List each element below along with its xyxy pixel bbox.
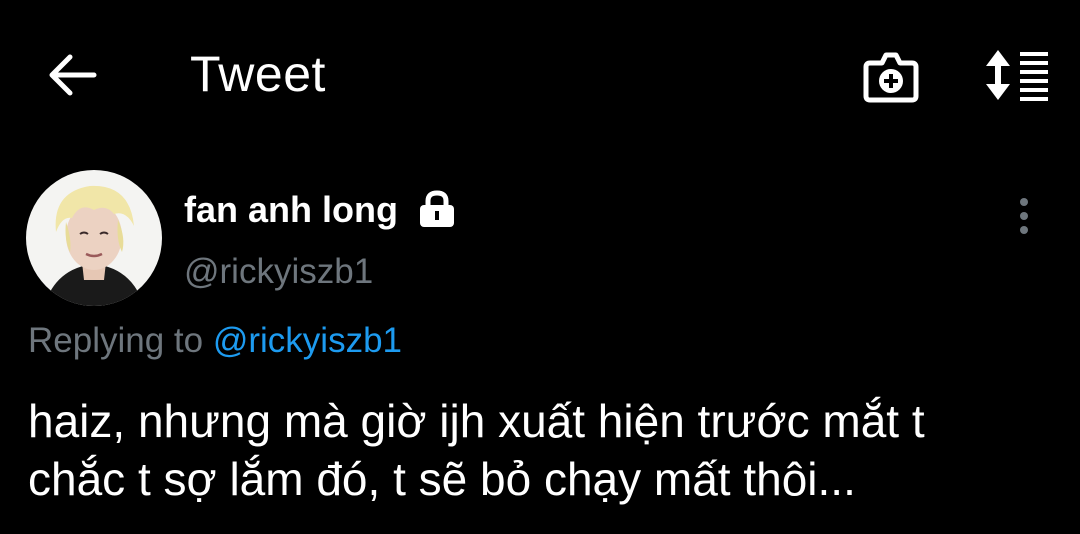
author-display-name[interactable]: fan anh long <box>184 188 398 232</box>
tweet-text-line: chắc t sợ lắm đó, t sẽ bỏ chạy mất thôi.… <box>28 453 856 505</box>
replying-to-label: Replying to <box>28 321 204 360</box>
replying-to-line: Replying to @rickyiszb1 <box>28 318 402 364</box>
lock-icon <box>416 190 458 228</box>
camera-plus-icon <box>863 52 919 103</box>
camera-button[interactable] <box>860 50 922 104</box>
sort-button[interactable] <box>978 46 1052 104</box>
sort-list-icon <box>986 50 1048 101</box>
arrow-left-icon <box>49 54 97 96</box>
avatar-image <box>26 170 162 306</box>
tweet-text: haiz, nhưng mà giờ ijh xuất hiện trước m… <box>28 392 1068 508</box>
replying-to-handle-link[interactable]: @rickyiszb1 <box>213 321 402 360</box>
author-handle[interactable]: @rickyiszb1 <box>184 250 373 294</box>
more-options-button[interactable] <box>1006 194 1042 238</box>
page-title: Tweet <box>190 46 326 102</box>
top-app-bar: Tweet <box>0 0 1080 150</box>
avatar[interactable] <box>26 170 162 306</box>
more-vertical-icon <box>1020 198 1028 234</box>
tweet-text-line: haiz, nhưng mà giờ ijh xuất hiện trước m… <box>28 395 925 447</box>
back-button[interactable] <box>44 50 102 100</box>
